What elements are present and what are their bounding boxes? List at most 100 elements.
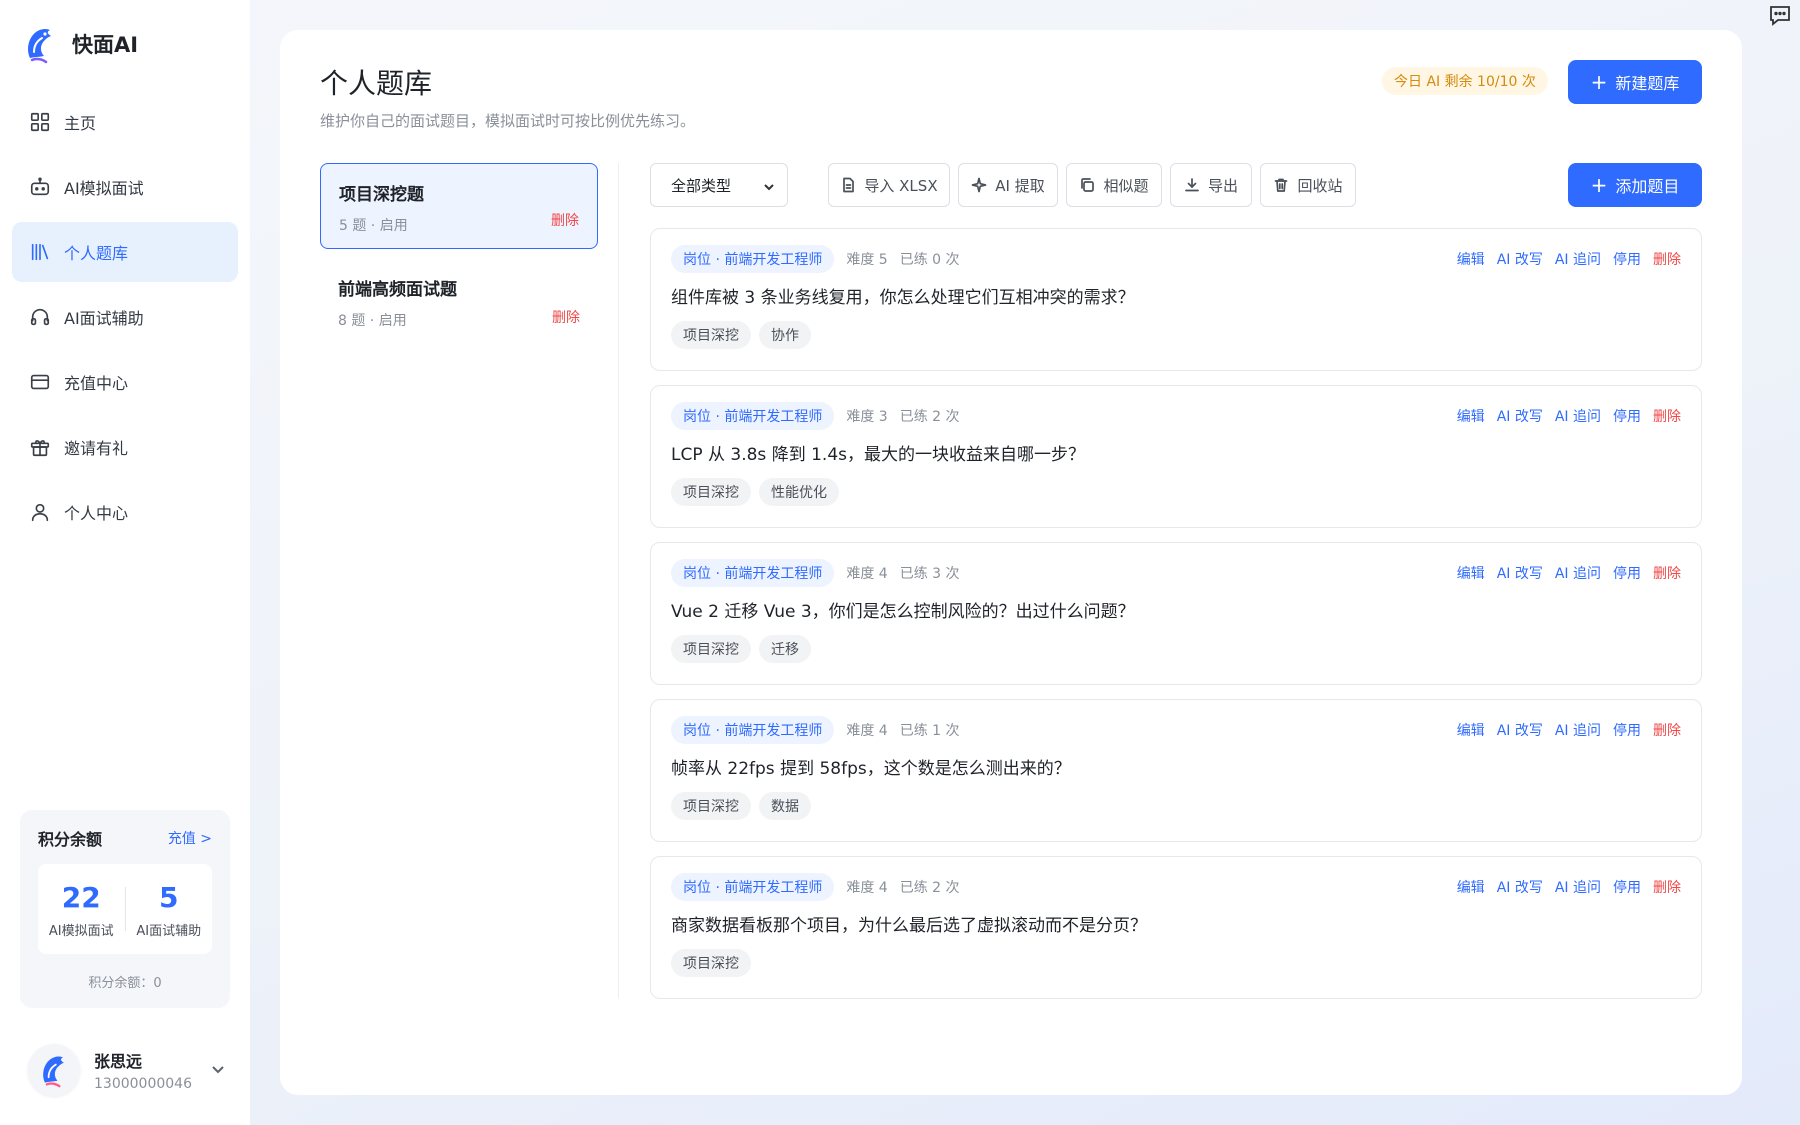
user-menu[interactable]: 张思远 13000000046 xyxy=(28,1042,228,1098)
brand[interactable]: 快面AI xyxy=(24,24,138,64)
download-icon xyxy=(1184,176,1202,194)
gift-icon xyxy=(28,435,52,459)
sidebar-item-label: 充值中心 xyxy=(64,374,129,393)
disable-button[interactable]: 停用 xyxy=(1613,877,1641,897)
sidebar-item-home[interactable]: 主页 xyxy=(12,92,238,152)
dolphin-avatar-icon xyxy=(43,1056,64,1088)
tag: 迁移 xyxy=(759,635,811,663)
ai-rewrite-button[interactable]: AI 改写 xyxy=(1497,877,1543,897)
disable-button[interactable]: 停用 xyxy=(1613,720,1641,740)
question-actions: 编辑 AI 改写 AI 追问 停用 删除 xyxy=(1457,249,1681,269)
disable-button[interactable]: 停用 xyxy=(1613,406,1641,426)
sidebar-item-profile[interactable]: 个人中心 xyxy=(12,482,238,542)
question-actions: 编辑 AI 改写 AI 追问 停用 删除 xyxy=(1457,563,1681,583)
question-actions: 编辑 AI 改写 AI 追问 停用 删除 xyxy=(1457,877,1681,897)
edit-button[interactable]: 编辑 xyxy=(1457,720,1485,740)
ai-extract-label: AI 提取 xyxy=(995,176,1045,195)
question-card: 岗位 · 前端开发工程师 难度 5 已练 0 次 编辑 AI 改写 AI 追问 … xyxy=(650,228,1702,371)
bank-delete-button[interactable]: 删除 xyxy=(552,307,580,327)
robot-icon xyxy=(28,175,52,199)
edit-button[interactable]: 编辑 xyxy=(1457,563,1485,583)
sidebar-item-recharge[interactable]: 充值中心 xyxy=(12,352,238,412)
ai-follow-up-button[interactable]: AI 追问 xyxy=(1555,720,1601,740)
recycle-bin-button[interactable]: 回收站 xyxy=(1260,163,1356,207)
question-text: LCP 从 3.8s 降到 1.4s，最大的一块收益来自哪一步？ xyxy=(671,445,1085,465)
chevron-down-icon xyxy=(763,179,775,191)
stat-ai-mock-interview: 22 AI模拟面试 xyxy=(38,880,125,939)
new-bank-button[interactable]: + 新建题库 xyxy=(1568,60,1702,104)
bank-list: 项目深挖题 5 题 · 启用 删除 前端高频面试题 8 题 · 启用 删除 xyxy=(320,163,598,355)
ai-rewrite-button[interactable]: AI 改写 xyxy=(1497,249,1543,269)
disable-button[interactable]: 停用 xyxy=(1613,249,1641,269)
question-text: 组件库被 3 条业务线复用，你怎么处理它们互相冲突的需求？ xyxy=(671,288,1135,308)
import-xlsx-label: 导入 XLSX xyxy=(864,176,938,195)
plus-icon: + xyxy=(1590,173,1608,197)
ai-rewrite-button[interactable]: AI 改写 xyxy=(1497,720,1543,740)
edit-button[interactable]: 编辑 xyxy=(1457,249,1485,269)
stat-value: 5 xyxy=(159,880,179,914)
edit-button[interactable]: 编辑 xyxy=(1457,877,1485,897)
page-subtitle: 维护你自己的面试题目，模拟面试时可按比例优先练习。 xyxy=(320,112,696,130)
disable-button[interactable]: 停用 xyxy=(1613,563,1641,583)
delete-button[interactable]: 删除 xyxy=(1653,720,1681,740)
bank-delete-button[interactable]: 删除 xyxy=(551,210,579,230)
practice-count: 已练 2 次 xyxy=(899,409,960,425)
user-name: 张思远 xyxy=(94,1052,143,1071)
difficulty-text: 难度 5 xyxy=(846,252,888,268)
sidebar-nav: 主页 AI模拟面试 个人题库 AI面试辅助 充值中心 邀请有礼 个人中心 xyxy=(12,92,238,547)
feedback-chat-icon[interactable] xyxy=(1768,4,1794,28)
chevron-down-icon[interactable] xyxy=(210,1061,228,1079)
edit-button[interactable]: 编辑 xyxy=(1457,406,1485,426)
bank-item[interactable]: 项目深挖题 5 题 · 启用 删除 xyxy=(320,163,598,249)
credit-card-icon xyxy=(28,370,52,394)
tag-list: 项目深挖 协作 xyxy=(671,321,1681,349)
difficulty-text: 难度 3 xyxy=(846,409,888,425)
question-list: 岗位 · 前端开发工程师 难度 5 已练 0 次 编辑 AI 改写 AI 追问 … xyxy=(650,228,1702,1013)
delete-button[interactable]: 删除 xyxy=(1653,877,1681,897)
role-tag: 岗位 · 前端开发工程师 xyxy=(671,245,835,273)
tag: 项目深挖 xyxy=(671,321,751,349)
question-type-select[interactable]: 全部类型 xyxy=(650,163,788,207)
role-tag: 岗位 · 前端开发工程师 xyxy=(671,559,835,587)
ai-extract-button[interactable]: AI 提取 xyxy=(958,163,1058,207)
delete-button[interactable]: 删除 xyxy=(1653,406,1681,426)
brand-name: 快面AI xyxy=(72,33,139,57)
sidebar-item-invite[interactable]: 邀请有礼 xyxy=(12,417,238,477)
ai-follow-up-button[interactable]: AI 追问 xyxy=(1555,877,1601,897)
add-question-label: 添加题目 xyxy=(1615,177,1680,196)
bank-meta: 5 题 · 启用 xyxy=(339,218,408,234)
ai-rewrite-button[interactable]: AI 改写 xyxy=(1497,563,1543,583)
add-question-button[interactable]: + 添加题目 xyxy=(1568,163,1702,207)
user-icon xyxy=(28,500,52,524)
stat-label: AI面试辅助 xyxy=(136,923,202,939)
sidebar-item-label: 个人题库 xyxy=(64,244,129,263)
ai-follow-up-button[interactable]: AI 追问 xyxy=(1555,406,1601,426)
credit-balance-card: 积分余额 充值 > 22 AI模拟面试 5 AI面试辅助 积分余额：0 xyxy=(20,810,230,1008)
similar-question-button[interactable]: 相似题 xyxy=(1066,163,1162,207)
tag-list: 项目深挖 性能优化 xyxy=(671,478,1681,506)
export-button[interactable]: 导出 xyxy=(1170,163,1252,207)
sparkle-icon xyxy=(971,176,989,194)
sidebar-item-ai-interview-assist[interactable]: AI面试辅助 xyxy=(12,287,238,347)
credit-balance-text: 积分余额：0 xyxy=(88,976,162,991)
tag-list: 项目深挖 迁移 xyxy=(671,635,1681,663)
tag-list: 项目深挖 数据 xyxy=(671,792,1681,820)
tag: 数据 xyxy=(759,792,811,820)
ai-follow-up-button[interactable]: AI 追问 xyxy=(1555,249,1601,269)
question-text: 帧率从 22fps 提到 58fps，这个数是怎么测出来的？ xyxy=(671,759,1071,779)
question-card: 岗位 · 前端开发工程师 难度 4 已练 1 次 编辑 AI 改写 AI 追问 … xyxy=(650,699,1702,842)
recharge-link[interactable]: 充值 > xyxy=(168,828,212,848)
bank-item[interactable]: 前端高频面试题 8 题 · 启用 删除 xyxy=(320,259,598,345)
role-tag: 岗位 · 前端开发工程师 xyxy=(671,873,835,901)
question-text: 商家数据看板那个项目，为什么最后选了虚拟滚动而不是分页？ xyxy=(671,916,1147,936)
delete-button[interactable]: 删除 xyxy=(1653,249,1681,269)
practice-count: 已练 1 次 xyxy=(899,723,960,739)
delete-button[interactable]: 删除 xyxy=(1653,563,1681,583)
import-xlsx-button[interactable]: 导入 XLSX xyxy=(828,163,950,207)
plus-icon: + xyxy=(1590,70,1608,94)
ai-rewrite-button[interactable]: AI 改写 xyxy=(1497,406,1543,426)
tag: 项目深挖 xyxy=(671,949,751,977)
sidebar-item-ai-mock-interview[interactable]: AI模拟面试 xyxy=(12,157,238,217)
ai-follow-up-button[interactable]: AI 追问 xyxy=(1555,563,1601,583)
sidebar-item-question-bank[interactable]: 个人题库 xyxy=(12,222,238,282)
